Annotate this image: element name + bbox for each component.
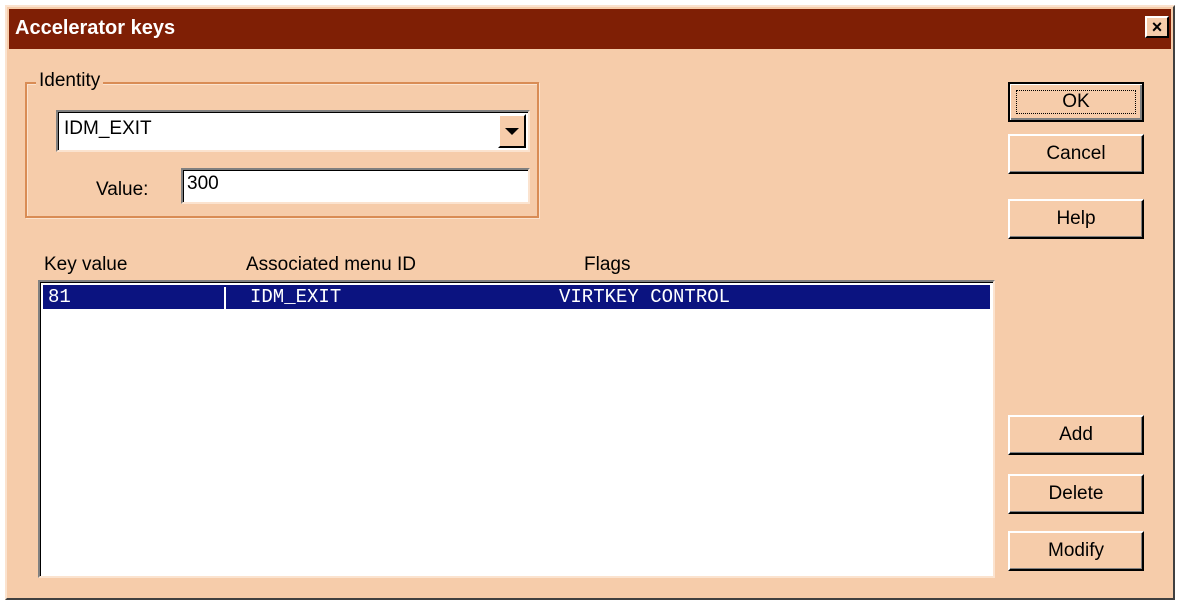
- column-separator: [224, 287, 226, 309]
- help-button-label: Help: [1056, 208, 1096, 229]
- title-bar[interactable]: Accelerator keys ×: [9, 9, 1171, 49]
- identity-combobox-value: IDM_EXIT: [64, 118, 152, 139]
- add-button[interactable]: Add: [1008, 415, 1144, 455]
- ok-button-label: OK: [1062, 91, 1090, 112]
- delete-button[interactable]: Delete: [1008, 474, 1144, 514]
- modify-button-label: Modify: [1048, 540, 1104, 561]
- value-label: Value:: [96, 179, 149, 200]
- help-button[interactable]: Help: [1008, 199, 1144, 239]
- cancel-button-label: Cancel: [1046, 143, 1106, 164]
- row-key-value: 81: [48, 286, 71, 308]
- list-row-selected[interactable]: 81 IDM_EXIT VIRTKEY CONTROL: [43, 285, 990, 309]
- column-header-flags: Flags: [584, 254, 631, 275]
- close-icon: ×: [1151, 17, 1163, 37]
- ok-button[interactable]: OK: [1008, 82, 1144, 122]
- add-button-label: Add: [1059, 424, 1093, 445]
- value-field[interactable]: 300: [181, 168, 530, 204]
- dialog-title: Accelerator keys: [15, 17, 176, 39]
- chevron-down-icon: [505, 127, 519, 135]
- row-flags: VIRTKEY CONTROL: [559, 286, 731, 308]
- cancel-button[interactable]: Cancel: [1008, 134, 1144, 174]
- close-button[interactable]: ×: [1145, 16, 1169, 38]
- identity-group-label: Identity: [36, 70, 104, 92]
- accelerator-list[interactable]: 81 IDM_EXIT VIRTKEY CONTROL: [38, 280, 995, 578]
- identity-combobox[interactable]: IDM_EXIT: [56, 110, 530, 152]
- delete-button-label: Delete: [1048, 483, 1104, 504]
- modify-button[interactable]: Modify: [1008, 531, 1144, 571]
- column-header-menu-id: Associated menu ID: [246, 254, 417, 275]
- row-menu-id: IDM_EXIT: [250, 286, 342, 308]
- identity-dropdown-button[interactable]: [498, 114, 526, 148]
- column-header-key-value: Key value: [44, 254, 128, 275]
